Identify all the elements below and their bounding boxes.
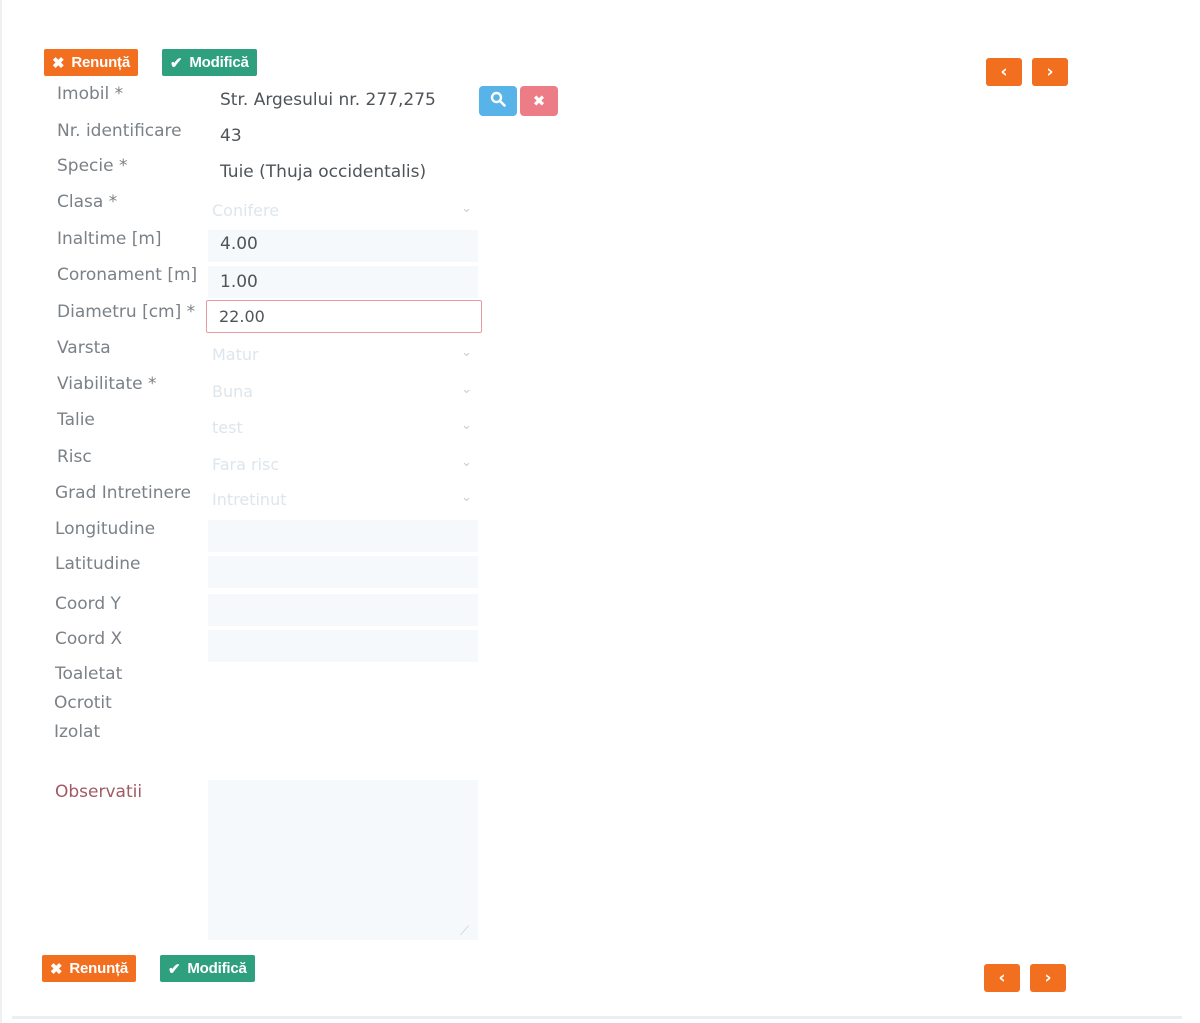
close-icon: ✖ <box>532 92 546 110</box>
chevron-right-icon: › <box>1044 968 1052 988</box>
observatii-label: Observatii <box>55 782 143 802</box>
imobil-label: Imobil * <box>57 84 124 104</box>
edit-tree-form: ✖ Renunță ✔ Modifică ‹ › Imobil * Str. A… <box>0 0 1200 1023</box>
imobil-clear-button[interactable]: ✖ <box>520 86 558 116</box>
chevron-down-icon: ⌄ <box>461 201 472 216</box>
longitudine-label: Longitudine <box>55 519 156 539</box>
chevron-right-icon: › <box>1046 62 1054 82</box>
coronament-input[interactable]: 1.00 <box>208 266 478 298</box>
varsta-label: Varsta <box>57 338 111 358</box>
chevron-down-icon: ⌄ <box>461 418 472 433</box>
cancel-label: Renunță <box>69 960 128 977</box>
risc-label: Risc <box>57 447 92 467</box>
cancel-button-bottom[interactable]: ✖ Renunță <box>42 955 136 982</box>
risc-select[interactable]: Fara risc ⌄ <box>208 449 478 479</box>
coord-x-label: Coord X <box>55 629 123 649</box>
varsta-selected-value: Matur <box>212 344 259 364</box>
clasa-label: Clasa * <box>57 192 118 212</box>
cancel-button-top[interactable]: ✖ Renunță <box>44 49 138 76</box>
coronament-value: 1.00 <box>220 272 258 292</box>
next-record-button-top[interactable]: › <box>1032 58 1068 86</box>
close-icon: ✖ <box>50 960 63 978</box>
close-icon: ✖ <box>52 54 65 72</box>
check-icon: ✔ <box>170 54 183 72</box>
save-button-top[interactable]: ✔ Modifică <box>162 49 257 76</box>
chevron-down-icon: ⌄ <box>461 345 472 360</box>
clasa-select[interactable]: Conifere ⌄ <box>208 195 478 225</box>
clasa-selected-value: Conifere <box>212 200 280 220</box>
check-icon: ✔ <box>168 960 181 978</box>
resize-handle-icon[interactable]: ⟋ <box>460 924 469 939</box>
chevron-left-icon: ‹ <box>998 968 1006 988</box>
chevron-down-icon: ⌄ <box>461 382 472 397</box>
coord-y-label: Coord Y <box>55 594 121 614</box>
risc-selected-value: Fara risc <box>212 454 280 474</box>
ocrotit-label[interactable]: Ocrotit <box>54 693 112 713</box>
next-record-button-bottom[interactable]: › <box>1030 964 1066 992</box>
chevron-down-icon: ⌄ <box>461 455 472 470</box>
varsta-select[interactable]: Matur ⌄ <box>208 339 478 369</box>
talie-label: Talie <box>57 410 95 430</box>
prev-record-button-bottom[interactable]: ‹ <box>984 964 1020 992</box>
izolat-label[interactable]: Izolat <box>54 722 100 742</box>
nr-identificare-label: Nr. identificare <box>57 121 182 141</box>
grad-intretinere-select[interactable]: Intretinut ⌄ <box>208 484 478 514</box>
grad-intretinere-label: Grad Intretinere <box>55 483 191 503</box>
imobil-search-button[interactable] <box>479 86 517 116</box>
viabilitate-selected-value: Buna <box>212 381 254 401</box>
specie-value: Tuie (Thuja occidentalis) <box>220 162 427 182</box>
imobil-value: Str. Argesului nr. 277,275 <box>220 90 436 110</box>
latitudine-label: Latitudine <box>55 554 141 574</box>
viabilitate-label: Viabilitate * <box>57 374 157 394</box>
prev-record-button-top[interactable]: ‹ <box>986 58 1022 86</box>
observatii-textarea[interactable] <box>208 780 478 940</box>
search-icon <box>490 91 506 111</box>
diametru-input[interactable]: 22.00 <box>206 300 482 333</box>
inaltime-input[interactable]: 4.00 <box>208 230 478 262</box>
talie-select[interactable]: test ⌄ <box>208 412 478 442</box>
coord-y-input[interactable] <box>208 594 478 626</box>
viabilitate-select[interactable]: Buna ⌄ <box>208 376 478 406</box>
chevron-left-icon: ‹ <box>1000 62 1008 82</box>
grad-intretinere-selected-value: Intretinut <box>212 489 287 509</box>
save-label: Modifică <box>187 960 247 977</box>
latitudine-input[interactable] <box>208 556 478 588</box>
coronament-label: Coronament [m] <box>57 265 198 285</box>
nr-identificare-value: 43 <box>220 126 242 146</box>
specie-label: Specie * <box>57 156 128 176</box>
save-button-bottom[interactable]: ✔ Modifică <box>160 955 255 982</box>
talie-selected-value: test <box>212 417 243 437</box>
chevron-down-icon: ⌄ <box>461 490 472 505</box>
save-label: Modifică <box>189 54 249 71</box>
bottom-divider <box>12 1016 1182 1019</box>
coord-x-input[interactable] <box>208 630 478 662</box>
inaltime-value: 4.00 <box>220 234 258 254</box>
diametru-label: Diametru [cm] * <box>57 302 196 322</box>
longitudine-input[interactable] <box>208 520 478 552</box>
cancel-label: Renunță <box>71 54 130 71</box>
toaletat-label[interactable]: Toaletat <box>55 664 122 684</box>
inaltime-label: Inaltime [m] <box>57 229 162 249</box>
